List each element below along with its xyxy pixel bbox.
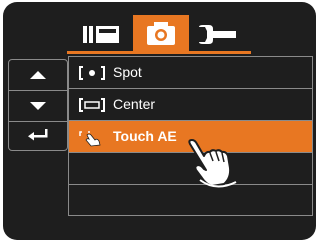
tab-setup[interactable]	[191, 15, 249, 51]
spot-metering-icon	[79, 66, 105, 80]
camera-menu-screen: Spot Center Touch AE	[3, 2, 316, 240]
arrow-up-icon	[30, 71, 46, 79]
tab-playback[interactable]	[75, 15, 131, 51]
tab-underline	[67, 51, 251, 54]
center-metering-icon	[79, 98, 105, 112]
nav-panel	[8, 59, 68, 151]
wrench-icon	[199, 25, 236, 44]
scroll-down-button[interactable]	[9, 90, 67, 122]
touch-ae-icon	[79, 131, 101, 147]
return-button[interactable]	[9, 120, 67, 150]
return-icon	[28, 129, 48, 141]
pointing-hand-icon	[188, 139, 237, 188]
menu-item-label: Spot	[113, 64, 142, 80]
tab-camera[interactable]	[133, 15, 189, 51]
camera-icon	[147, 22, 175, 45]
menu-item-label: Touch AE	[113, 128, 177, 144]
menu-item-label: Center	[113, 96, 156, 112]
menu-item-spot[interactable]: Spot	[69, 57, 312, 89]
menu-item-center[interactable]: Center	[69, 89, 312, 121]
playback-menu-icon	[83, 26, 119, 43]
arrow-down-icon	[30, 102, 46, 110]
scroll-up-button[interactable]	[9, 60, 67, 90]
